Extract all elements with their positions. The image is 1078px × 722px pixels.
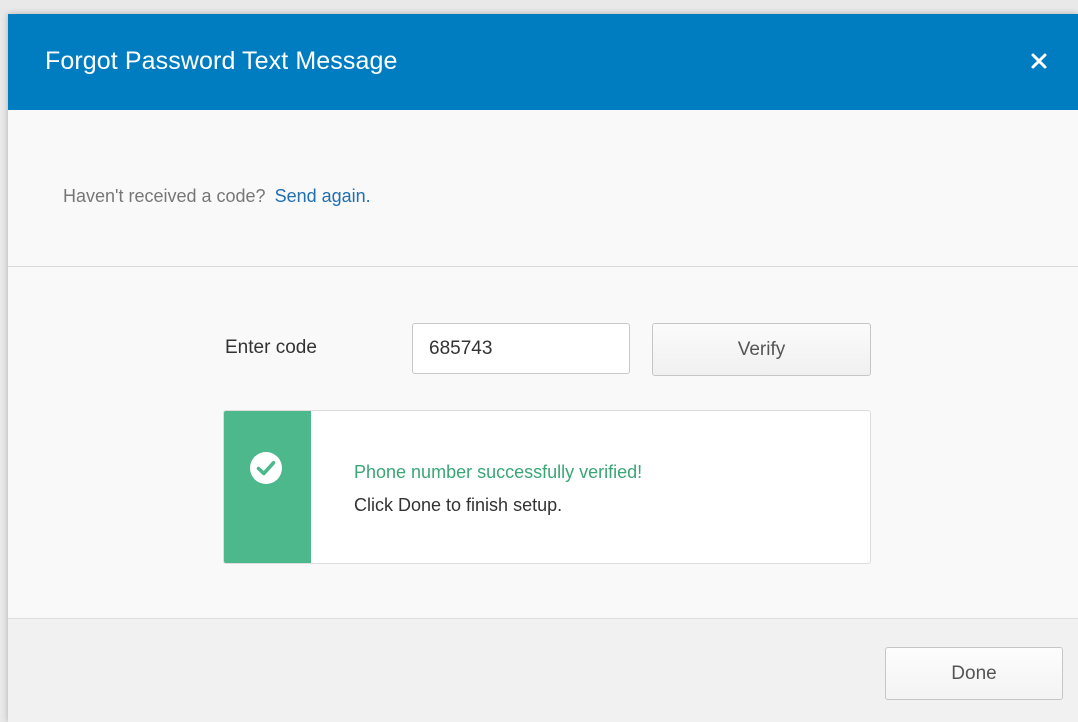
dialog-footer: Done xyxy=(8,618,1078,722)
success-alert: Phone number successfully verified! Clic… xyxy=(223,410,871,564)
resend-row: Haven't received a code? Send again. xyxy=(63,186,371,207)
check-circle-icon xyxy=(250,452,282,484)
send-again-link[interactable]: Send again. xyxy=(275,186,371,206)
success-stripe xyxy=(224,411,311,563)
verify-button[interactable]: Verify xyxy=(652,323,871,376)
divider xyxy=(8,266,1078,267)
dialog-title: Forgot Password Text Message xyxy=(45,47,398,75)
close-icon xyxy=(1031,53,1047,69)
success-title: Phone number successfully verified! xyxy=(354,462,643,482)
success-detail: Click Done to finish setup. xyxy=(354,495,563,515)
enter-code-label: Enter code xyxy=(225,337,317,358)
forgot-password-dialog: Forgot Password Text Message Haven't rec… xyxy=(8,14,1078,722)
resend-prompt: Haven't received a code? xyxy=(63,186,266,206)
dialog-header: Forgot Password Text Message xyxy=(8,14,1078,110)
done-button[interactable]: Done xyxy=(885,647,1063,700)
close-button[interactable] xyxy=(1024,46,1054,76)
code-input[interactable] xyxy=(412,323,630,374)
